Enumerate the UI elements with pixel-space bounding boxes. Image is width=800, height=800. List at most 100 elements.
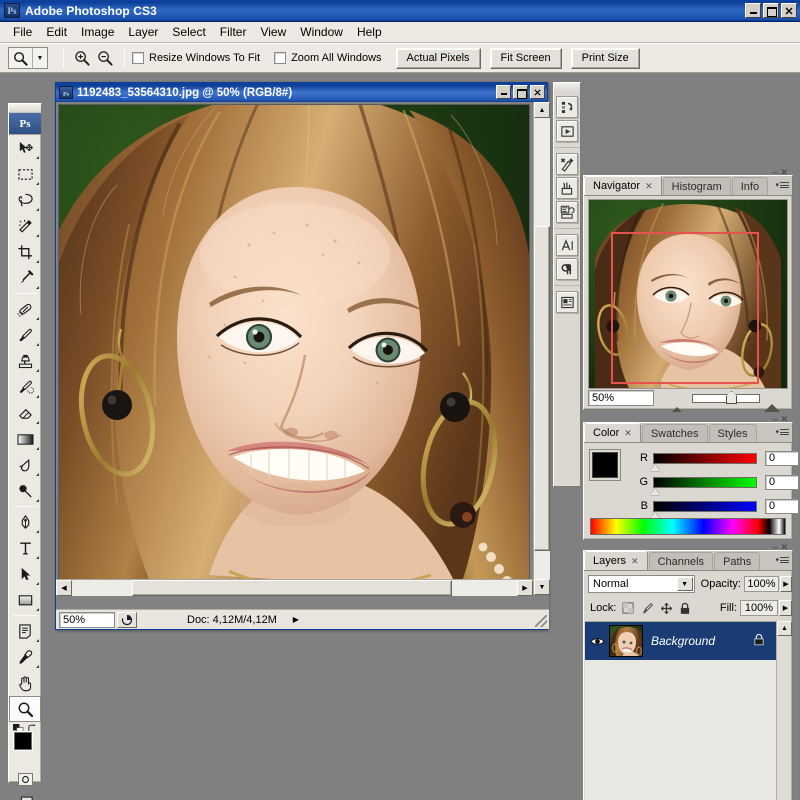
menu-filter[interactable]: Filter (213, 23, 254, 41)
notes-tool-submenu-indicator[interactable] (36, 639, 39, 642)
layer-comps-panel-icon[interactable] (556, 291, 578, 313)
tab-channels[interactable]: Channels (648, 552, 714, 570)
layer-visibility-eye-icon[interactable] (585, 636, 609, 647)
navigator-thumbnail[interactable] (588, 199, 788, 389)
eyedropper-tool[interactable] (9, 644, 41, 670)
layers-list-scrollbar[interactable]: ▲ ▼ (776, 621, 792, 800)
history-panel-icon[interactable] (556, 96, 578, 118)
fit-screen-button[interactable]: Fit Screen (489, 47, 562, 69)
slice-tool-submenu-indicator[interactable] (36, 286, 39, 289)
eraser-tool[interactable] (9, 400, 41, 426)
scroll-down-button[interactable]: ▼ (534, 579, 550, 595)
document-minimize-button[interactable] (496, 85, 511, 99)
green-channel-slider[interactable] (650, 476, 757, 495)
fill-value[interactable]: 100% (740, 600, 778, 616)
zoom-out-small-icon[interactable] (672, 395, 682, 412)
rectangular-marquee-tool[interactable] (9, 161, 41, 187)
character-panel-icon[interactable] (556, 234, 578, 256)
tab-histogram[interactable]: Histogram (662, 177, 731, 195)
navigator-zoom-slider[interactable] (670, 390, 782, 412)
zoom-all-windows-option[interactable]: Zoom All Windows (274, 52, 382, 64)
foreground-color-swatch[interactable] (14, 732, 32, 750)
actions-panel-icon[interactable] (556, 120, 578, 142)
tab-navigator-close-icon[interactable]: ✕ (645, 181, 653, 192)
zoom-in-button[interactable] (71, 48, 93, 68)
brushes-panel-icon[interactable] (556, 177, 578, 199)
tab-paths[interactable]: Paths (714, 552, 761, 570)
menu-help[interactable]: Help (350, 23, 389, 41)
opacity-value[interactable]: 100% (744, 576, 779, 592)
minimize-button[interactable] (745, 3, 761, 18)
magic-wand-submenu-indicator[interactable] (36, 234, 39, 237)
path-selection-tool[interactable] (9, 561, 41, 587)
clone-stamp-tool[interactable] (9, 348, 41, 374)
dodge-tool-submenu-indicator[interactable] (36, 499, 39, 502)
canvas-vertical-scrollbar[interactable]: ▲ ▼ (533, 102, 550, 595)
tab-info[interactable]: Info (731, 177, 769, 195)
scroll-right-button[interactable]: ▶ (517, 580, 533, 596)
color-panel-foreground-swatch[interactable] (592, 452, 618, 478)
blue-channel-value[interactable]: 0 (765, 498, 799, 514)
standard-mode-icon[interactable] (17, 772, 33, 786)
history-brush-tool[interactable] (9, 374, 41, 400)
actual-pixels-button[interactable]: Actual Pixels (395, 47, 481, 69)
blue-channel-slider[interactable] (650, 500, 757, 519)
dodge-tool[interactable] (9, 478, 41, 504)
scroll-up-button[interactable]: ▲ (534, 102, 550, 118)
hand-tool[interactable] (9, 670, 41, 696)
canvas-horizontal-scrollbar[interactable]: ◀ ▶ (56, 579, 533, 596)
tab-layers-close-icon[interactable]: ✕ (631, 556, 639, 567)
lasso-tool-submenu-indicator[interactable] (36, 208, 39, 211)
document-maximize-button[interactable] (513, 85, 528, 99)
horizontal-type-tool[interactable] (9, 535, 41, 561)
pen-tool-submenu-indicator[interactable] (36, 530, 39, 533)
clone-source-panel-icon[interactable] (556, 201, 578, 223)
color-panel-menu-button[interactable]: ▾ (775, 428, 789, 436)
zoom-level-field[interactable]: 50% (59, 611, 115, 628)
tool-presets-panel-icon[interactable] (556, 153, 578, 175)
tab-swatches[interactable]: Swatches (641, 424, 708, 442)
healing-brush-submenu-indicator[interactable] (36, 317, 39, 320)
history-brush-submenu-indicator[interactable] (36, 395, 39, 398)
status-menu-arrow[interactable]: ▶ (289, 612, 303, 628)
menu-edit[interactable]: Edit (39, 23, 74, 41)
image-canvas[interactable] (58, 104, 530, 592)
eraser-tool-submenu-indicator[interactable] (36, 421, 39, 424)
gradient-tool[interactable] (9, 426, 41, 452)
lock-image-pixels-icon[interactable] (639, 600, 655, 616)
menu-layer[interactable]: Layer (121, 23, 165, 41)
zoom-out-button[interactable] (94, 48, 116, 68)
menu-select[interactable]: Select (165, 23, 212, 41)
scroll-left-button[interactable]: ◀ (56, 580, 72, 596)
table-row[interactable]: Background (585, 622, 791, 660)
toolbox-drag-handle[interactable] (9, 104, 41, 113)
healing-brush-tool[interactable] (9, 296, 41, 322)
layers-panel-menu-button[interactable]: ▾ (775, 556, 789, 564)
menu-image[interactable]: Image (74, 23, 121, 41)
zoom-tool[interactable] (9, 696, 41, 722)
active-tool-well[interactable]: ▼ (8, 47, 48, 69)
rectangle-shape-tool[interactable] (9, 587, 41, 613)
menu-file[interactable]: File (6, 23, 39, 41)
layers-scroll-up-button[interactable]: ▲ (777, 621, 792, 636)
tab-styles[interactable]: Styles (708, 424, 757, 442)
red-slider-thumb[interactable] (650, 463, 660, 471)
pen-tool[interactable] (9, 509, 41, 535)
status-preview-button[interactable] (117, 611, 137, 628)
tab-layers[interactable]: Layers ✕ (584, 551, 648, 570)
magic-wand-tool[interactable] (9, 213, 41, 239)
tool-preset-chevron-down-icon[interactable]: ▼ (33, 48, 47, 68)
zoom-in-large-icon[interactable] (764, 392, 780, 412)
resize-windows-checkbox[interactable] (132, 52, 144, 64)
tab-color[interactable]: Color ✕ (584, 423, 641, 442)
brush-tool[interactable] (9, 322, 41, 348)
lock-position-icon[interactable] (658, 600, 674, 616)
menu-window[interactable]: Window (293, 23, 350, 41)
path-selection-submenu-indicator[interactable] (36, 582, 39, 585)
navigator-zoom-field[interactable]: 50% (588, 390, 654, 406)
clone-stamp-submenu-indicator[interactable] (36, 369, 39, 372)
dock-drag-handle[interactable] (554, 83, 580, 91)
horizontal-scroll-thumb[interactable] (132, 580, 452, 596)
blend-mode-chevron-down-icon[interactable]: ▼ (676, 577, 693, 591)
opacity-slider-arrow-icon[interactable]: ▶ (779, 576, 792, 592)
